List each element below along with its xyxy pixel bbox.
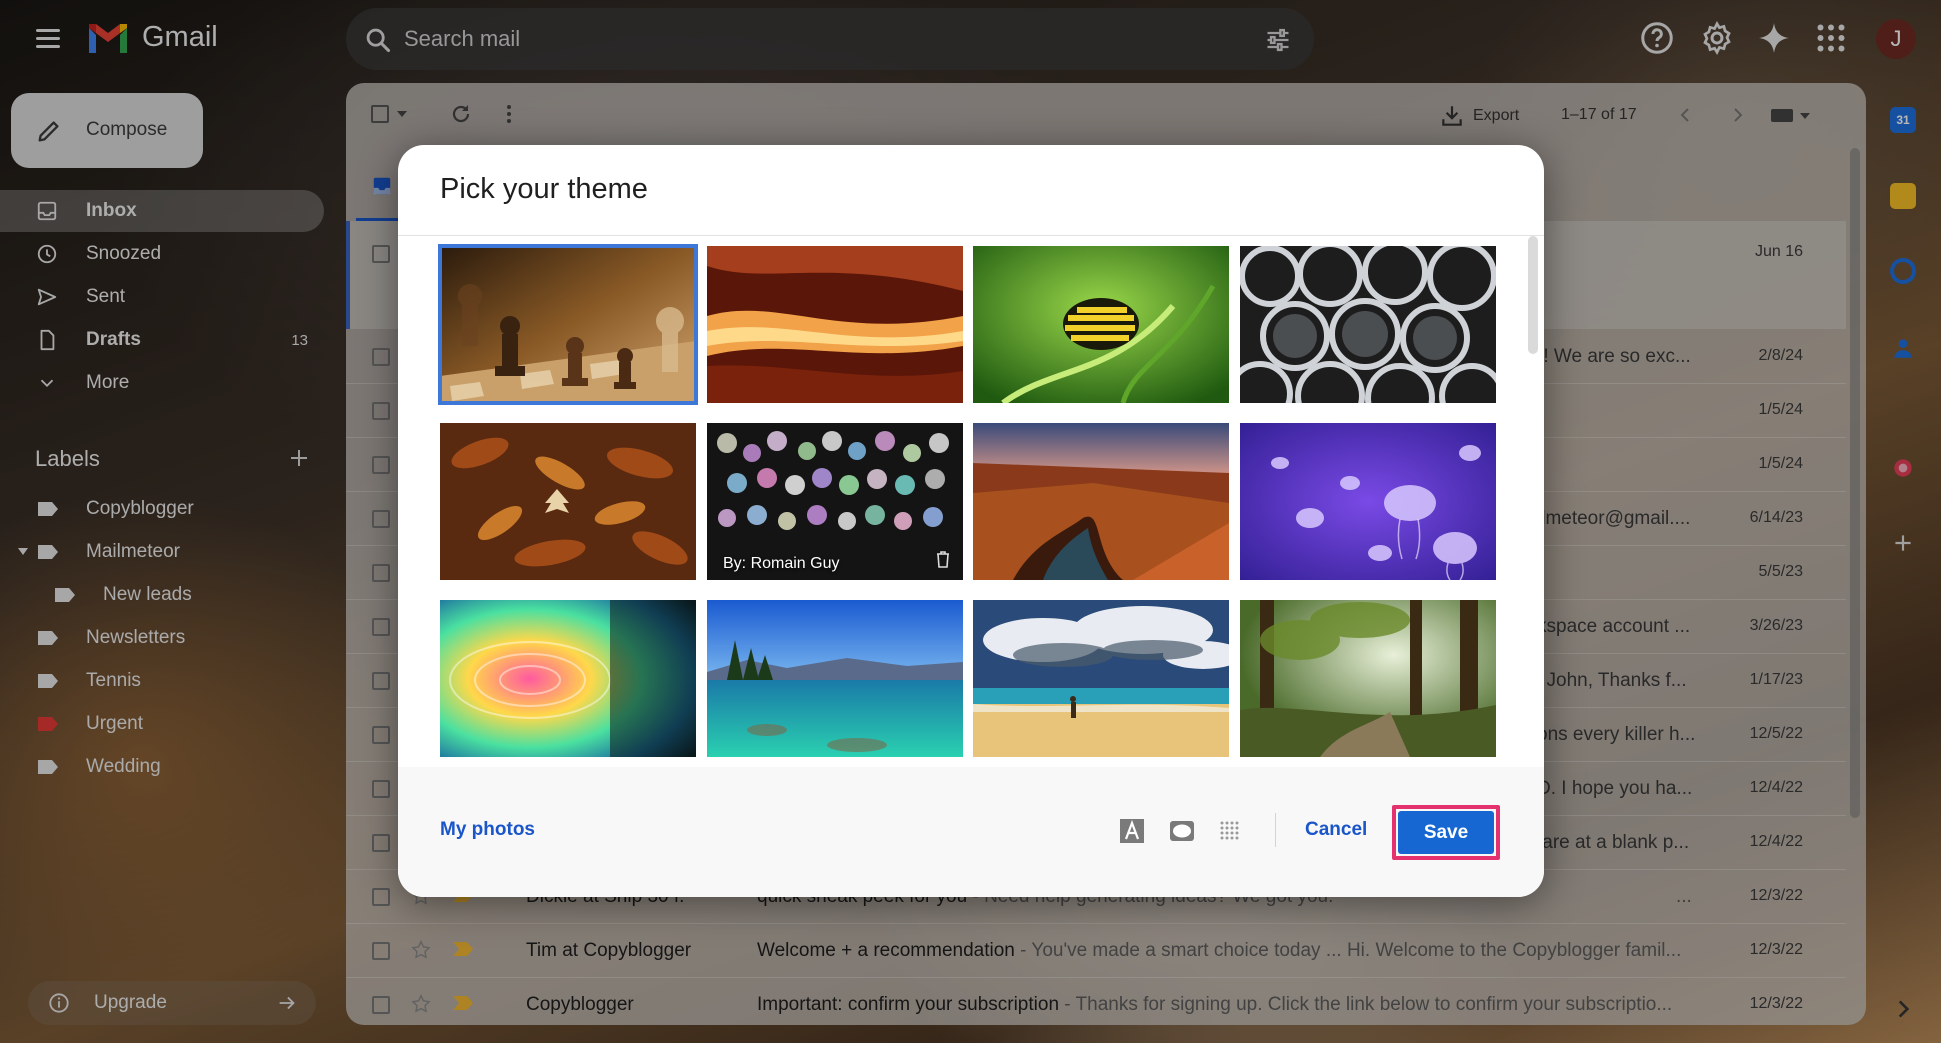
forest-image	[1240, 600, 1496, 757]
theme-thumb-rainbow-water[interactable]	[440, 600, 696, 757]
theme-thumb-lake-tahoe[interactable]	[707, 600, 963, 757]
my-photos-link[interactable]: My photos	[440, 819, 535, 841]
text-background-icon[interactable]	[1118, 817, 1146, 845]
trash-icon[interactable]	[935, 550, 951, 568]
dialog-footer: My photos Cancel Save	[398, 767, 1544, 897]
footer-divider	[1275, 813, 1276, 847]
thumb-caption: By: Romain Guy	[723, 555, 840, 572]
canyon-rock-image	[707, 246, 963, 403]
autumn-leaves-image	[440, 423, 696, 580]
jellyfish-image	[1240, 423, 1496, 580]
theme-thumb-metal-pipes[interactable]	[1240, 246, 1496, 403]
dialog-title: Pick your theme	[440, 173, 648, 205]
theme-thumb-chess[interactable]	[438, 244, 698, 405]
chess-image	[440, 246, 696, 403]
caterpillar-image	[973, 246, 1229, 403]
theme-picker-dialog: Pick your theme By: Romain Guy My photos…	[398, 145, 1544, 897]
save-button[interactable]: Save	[1398, 811, 1494, 854]
theme-thumb-jellyfish[interactable]	[1240, 423, 1496, 580]
vignette-icon[interactable]	[1168, 817, 1196, 845]
theme-thumb-autumn-leaves[interactable]	[440, 423, 696, 580]
theme-thumb-beach[interactable]	[973, 600, 1229, 757]
theme-thumb-forest[interactable]	[1240, 600, 1496, 757]
cancel-button[interactable]: Cancel	[1305, 819, 1367, 841]
blur-icon[interactable]	[1216, 817, 1244, 845]
beach-image	[973, 600, 1229, 757]
metal-pipes-image	[1240, 246, 1496, 403]
rainbow-water-image	[440, 600, 696, 757]
theme-grid: By: Romain Guy	[398, 236, 1544, 767]
theme-thumb-caterpillar[interactable]	[973, 246, 1229, 403]
theme-thumb-bokeh-lights[interactable]: By: Romain Guy	[707, 423, 963, 580]
grand-canyon-image	[973, 423, 1229, 580]
theme-thumb-grand-canyon[interactable]	[973, 423, 1229, 580]
theme-grid-scrollbar[interactable]	[1528, 236, 1538, 354]
theme-thumb-canyon-rock[interactable]	[707, 246, 963, 403]
lake-tahoe-image	[707, 600, 963, 757]
